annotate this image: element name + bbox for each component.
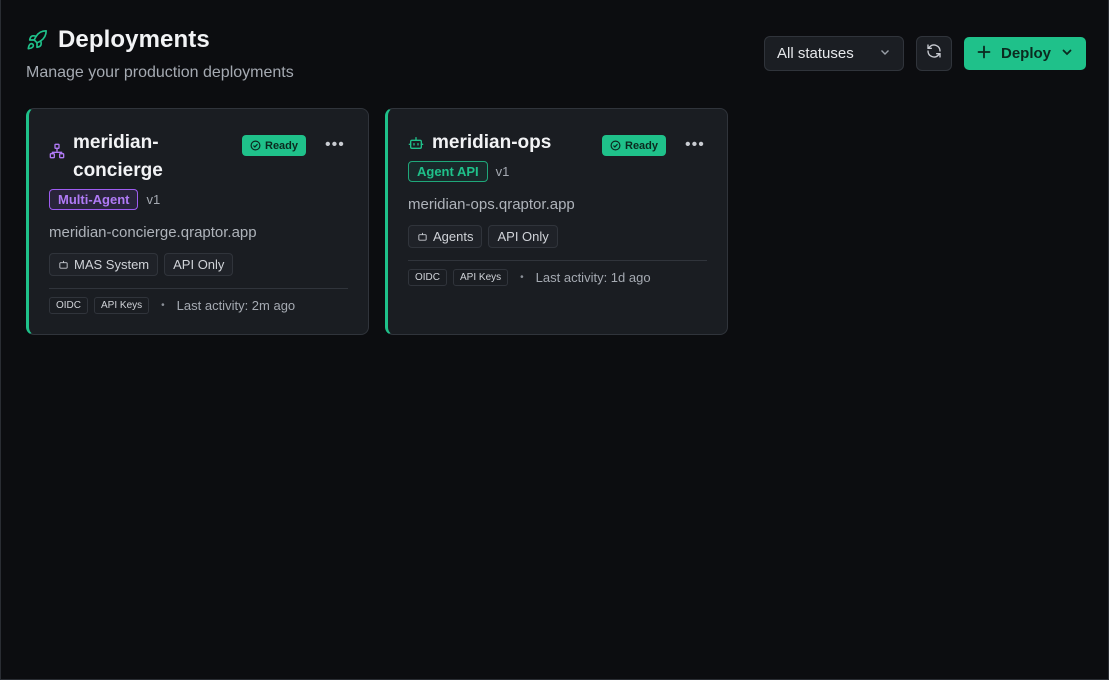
deployment-name[interactable]: meridian-concierge	[73, 129, 243, 185]
deployment-card[interactable]: meridian-concierge Ready ••• Multi-Agent…	[26, 108, 369, 335]
chip-mas-system: MAS System	[49, 253, 159, 276]
refresh-button[interactable]	[916, 36, 952, 71]
deployment-cards: meridian-concierge Ready ••• Multi-Agent…	[26, 108, 728, 335]
deployment-name[interactable]: meridian-ops	[432, 129, 551, 157]
auth-badge-api-keys: API Keys	[94, 297, 150, 314]
divider	[49, 288, 348, 289]
status-badge: Ready	[602, 135, 667, 156]
more-options-button[interactable]: •••	[325, 136, 345, 154]
more-options-button[interactable]: •••	[685, 136, 705, 154]
last-activity: Last activity: 2m ago	[176, 298, 296, 313]
deployments-page: Deployments Manage your production deplo…	[0, 0, 1109, 680]
chip-api-only: API Only	[488, 225, 558, 248]
chip-api-only: API Only	[164, 253, 234, 276]
chevron-down-icon[interactable]	[1061, 45, 1073, 62]
auth-badge-oidc: OIDC	[408, 269, 447, 286]
version-label: v1	[495, 164, 510, 179]
divider	[408, 260, 707, 261]
auth-badge-api-keys: API Keys	[453, 269, 509, 286]
version-label: v1	[146, 192, 161, 207]
check-circle-icon	[610, 140, 621, 151]
chevron-down-icon	[879, 45, 891, 62]
last-activity: Last activity: 1d ago	[535, 270, 651, 285]
deployment-url[interactable]: meridian-concierge.qraptor.app	[49, 224, 348, 241]
page-title: Deployments	[58, 26, 210, 53]
type-badge: Agent API	[408, 161, 488, 182]
plus-icon	[977, 45, 991, 63]
deployment-url[interactable]: meridian-ops.qraptor.app	[408, 196, 707, 213]
auth-badge-oidc: OIDC	[49, 297, 88, 314]
deployment-card[interactable]: meridian-ops Ready ••• Agent API v1 meri…	[385, 108, 728, 335]
chip-agents: Agents	[408, 225, 483, 248]
bot-icon	[418, 232, 427, 241]
check-circle-icon	[250, 140, 261, 151]
type-badge: Multi-Agent	[49, 189, 139, 210]
network-icon	[49, 143, 65, 159]
rocket-icon	[26, 29, 48, 51]
bot-icon	[59, 260, 68, 269]
status-filter-select[interactable]: All statuses	[764, 36, 904, 71]
toolbar: All statuses Deploy	[764, 36, 1086, 71]
page-header: Deployments Manage your production deplo…	[26, 26, 294, 82]
deploy-button-label: Deploy	[1000, 45, 1051, 62]
status-filter-value: All statuses	[777, 45, 854, 62]
refresh-icon	[926, 43, 942, 64]
deploy-button[interactable]: Deploy	[964, 37, 1086, 70]
bot-icon	[408, 135, 424, 151]
page-subtitle: Manage your production deployments	[26, 64, 294, 81]
status-badge: Ready	[242, 135, 307, 156]
